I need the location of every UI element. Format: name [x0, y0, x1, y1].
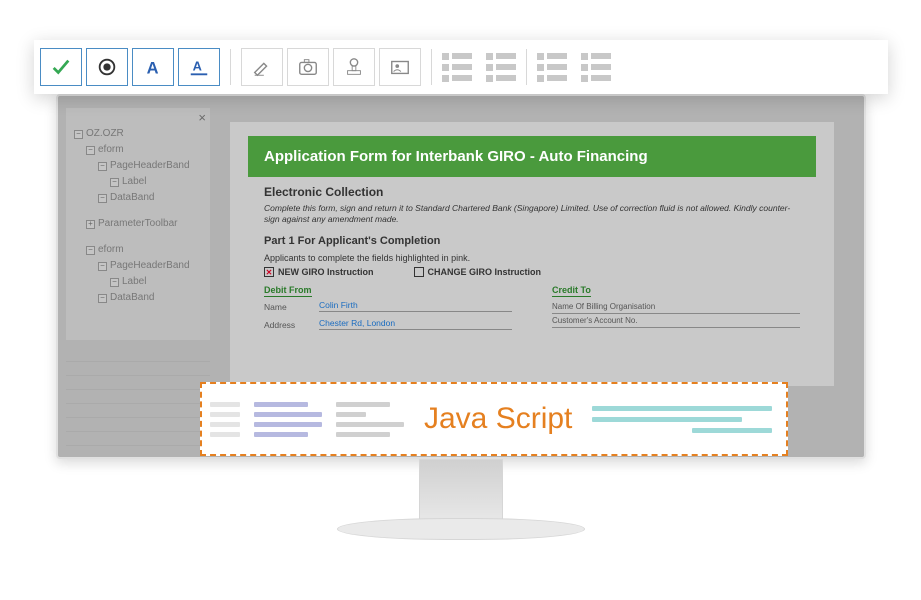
address-field[interactable]: Chester Rd, London: [319, 318, 512, 330]
monitor-base: [337, 518, 585, 540]
debit-from-head: Debit From: [264, 285, 312, 297]
name-label: Name: [264, 302, 309, 312]
id-card-icon[interactable]: [379, 48, 421, 86]
billing-org-field[interactable]: Name Of Billing Organisation: [552, 300, 800, 314]
javascript-label: Java Script: [424, 402, 572, 436]
section-title: Electronic Collection: [264, 185, 800, 199]
text-underline-icon[interactable]: A: [178, 48, 220, 86]
toolbar: A A: [34, 40, 888, 94]
list-view-3-icon[interactable]: [537, 53, 567, 82]
svg-text:A: A: [147, 59, 159, 77]
tree-node-databand[interactable]: −DataBand: [74, 190, 206, 206]
tree-node-paramtoolbar[interactable]: +ParameterToolbar: [74, 216, 206, 232]
address-label: Address: [264, 320, 309, 330]
tree-node-label[interactable]: −Label: [74, 174, 206, 190]
customer-acct-field[interactable]: Customer's Account No.: [552, 314, 800, 328]
tree-node-eform2[interactable]: −eform: [74, 242, 206, 258]
tree-root[interactable]: −OZ.OZR: [74, 126, 206, 142]
camera-icon[interactable]: [287, 48, 329, 86]
form-title: Application Form for Interbank GIRO - Au…: [248, 136, 816, 177]
javascript-panel: Java Script: [200, 382, 788, 456]
monitor-neck: [419, 459, 503, 523]
radio-icon[interactable]: [86, 48, 128, 86]
form-document: Application Form for Interbank GIRO - Au…: [230, 122, 834, 386]
form-hint: Applicants to complete the fields highli…: [264, 253, 800, 263]
text-icon[interactable]: A: [132, 48, 174, 86]
tree-node-pageheader[interactable]: −PageHeaderBand: [74, 158, 206, 174]
credit-to-head: Credit To: [552, 285, 591, 297]
tree-node-eform[interactable]: −eform: [74, 142, 206, 158]
stamp-icon[interactable]: [333, 48, 375, 86]
svg-text:A: A: [193, 59, 202, 74]
checkbox-new-giro[interactable]: NEW GIRO Instruction: [264, 267, 374, 277]
code-decoration: [210, 402, 404, 437]
tree-node-databand2[interactable]: −DataBand: [74, 290, 206, 306]
checkmark-icon[interactable]: [40, 48, 82, 86]
list-view-2-icon[interactable]: [486, 53, 516, 82]
name-field[interactable]: Colin Firth: [319, 300, 512, 312]
tree-node-label2[interactable]: −Label: [74, 274, 206, 290]
close-icon[interactable]: ×: [198, 110, 206, 125]
list-view-4-icon[interactable]: [581, 53, 611, 82]
signature-icon[interactable]: [241, 48, 283, 86]
part-title: Part 1 For Applicant's Completion: [264, 235, 800, 247]
list-view-1-icon[interactable]: [442, 53, 472, 82]
tree-node-pageheader2[interactable]: −PageHeaderBand: [74, 258, 206, 274]
panel-rows: [66, 348, 210, 448]
section-note: Complete this form, sign and return it t…: [264, 203, 800, 225]
code-decoration-right: [592, 406, 772, 433]
checkbox-change-giro[interactable]: CHANGE GIRO Instruction: [414, 267, 542, 277]
tree-panel: × −OZ.OZR −eform −PageHeaderBand −Label …: [66, 108, 210, 340]
